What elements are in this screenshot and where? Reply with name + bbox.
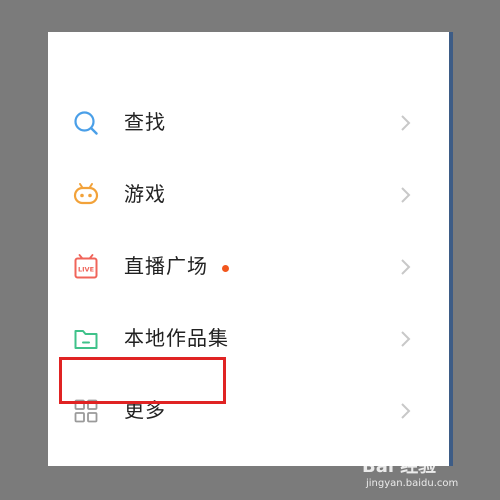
screenshot-stage: 查找 游戏 LIVE 直播广场 本地作品集 更多 Bai 经验 jingyan.…: [0, 0, 500, 500]
chevron-right-icon: [401, 115, 411, 131]
chevron-right-icon: [401, 331, 411, 347]
menu-item-games[interactable]: 游戏: [48, 164, 448, 224]
menu-item-label: 查找: [124, 110, 166, 134]
live-tv-icon: LIVE: [74, 254, 98, 279]
watermark: Bai 经验 jingyan.baidu.com: [362, 452, 498, 496]
notification-dot: [222, 265, 229, 272]
highlight-annotation-box: [59, 357, 226, 404]
watermark-logo: Bai 经验: [362, 456, 437, 477]
chevron-right-icon: [401, 403, 411, 419]
search-icon: [74, 111, 98, 135]
panel-edge-strip: [449, 32, 453, 466]
watermark-url: jingyan.baidu.com: [366, 478, 459, 489]
chevron-right-icon: [401, 187, 411, 203]
svg-text:LIVE: LIVE: [78, 266, 94, 274]
gamepad-icon: [73, 183, 99, 205]
chevron-right-icon: [401, 259, 411, 275]
menu-item-label: 直播广场: [124, 254, 208, 278]
menu-item-live-plaza[interactable]: LIVE 直播广场: [48, 236, 448, 296]
menu-item-search[interactable]: 查找: [48, 92, 448, 152]
folder-icon: [74, 330, 98, 349]
menu-item-label: 游戏: [124, 182, 166, 206]
menu-item-label: 本地作品集: [124, 326, 229, 350]
